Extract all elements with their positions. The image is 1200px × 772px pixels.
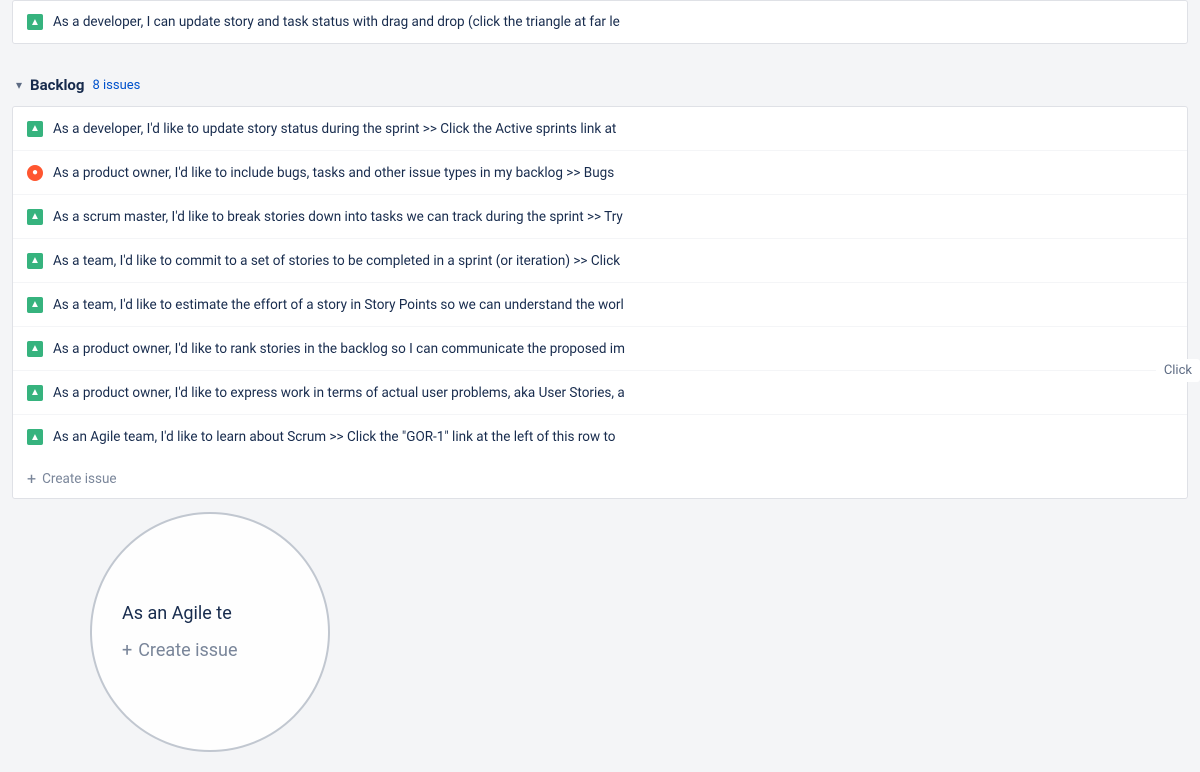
issue-row[interactable]: ▲ As a team, I'd like to commit to a set …: [13, 239, 1187, 283]
issue-row-text: As a developer, I'd like to update story…: [53, 121, 616, 137]
create-issue-row[interactable]: + Create issue: [13, 459, 1187, 498]
issue-row-text: As a product owner, I'd like to express …: [53, 385, 625, 401]
issue-row[interactable]: ▲ As a product owner, I'd like to express…: [13, 371, 1187, 415]
spotlight-circle: As an Agile te + Create issue: [90, 512, 330, 752]
story-type-icon: ▲: [27, 385, 43, 401]
story-type-icon: ▲: [27, 429, 43, 445]
issue-row-text: As a product owner, I'd like to include …: [53, 165, 614, 181]
issues-list: ▲ As a developer, I'd like to update stor…: [12, 106, 1188, 499]
issue-row-text: As an Agile team, I'd like to learn abou…: [53, 429, 615, 445]
click-label: Click: [1156, 359, 1200, 382]
issue-row-text: As a team, I'd like to estimate the effo…: [53, 297, 624, 313]
story-type-icon: ▲: [27, 297, 43, 313]
bug-type-icon: ●: [27, 165, 43, 181]
spotlight-overlay: As an Agile te + Create issue: [0, 472, 400, 772]
backlog-count: 8 issues: [92, 78, 140, 93]
issue-row-text: As a team, I'd like to commit to a set o…: [53, 253, 620, 269]
issue-row[interactable]: ● As a product owner, I'd like to include…: [13, 151, 1187, 195]
story-type-icon: ▲: [27, 341, 43, 357]
top-issue-text: As a developer, I can update story and t…: [53, 14, 620, 30]
spotlight-main-text: As an Agile te: [122, 603, 232, 624]
issue-row-text: As a product owner, I'd like to rank sto…: [53, 341, 625, 357]
spotlight-plus-icon: +: [122, 640, 132, 661]
spotlight-create-issue[interactable]: + Create issue: [122, 640, 238, 661]
create-issue-label: Create issue: [42, 471, 116, 487]
issue-row[interactable]: ▲ As an Agile team, I'd like to learn abo…: [13, 415, 1187, 459]
issue-row[interactable]: ▲ As a team, I'd like to estimate the eff…: [13, 283, 1187, 327]
story-type-icon: ▲: [27, 253, 43, 269]
issue-row[interactable]: ▲ As a scrum master, I'd like to break st…: [13, 195, 1187, 239]
chevron-icon[interactable]: ▾: [16, 78, 22, 92]
backlog-header: ▾ Backlog 8 issues: [12, 60, 1188, 106]
story-type-icon: ▲: [27, 121, 43, 137]
spotlight-create-label: Create issue: [138, 640, 237, 661]
top-issue-row[interactable]: ▲ As a developer, I can update story and…: [12, 0, 1188, 44]
story-type-icon: ▲: [27, 209, 43, 225]
issue-row-text: As a scrum master, I'd like to break sto…: [53, 209, 623, 225]
backlog-title: Backlog: [30, 76, 84, 94]
issue-row[interactable]: ▲ As a product owner, I'd like to rank st…: [13, 327, 1187, 371]
issue-row[interactable]: ▲ As a developer, I'd like to update stor…: [13, 107, 1187, 151]
story-icon: ▲: [27, 14, 43, 30]
create-issue-plus-icon: +: [27, 469, 36, 488]
